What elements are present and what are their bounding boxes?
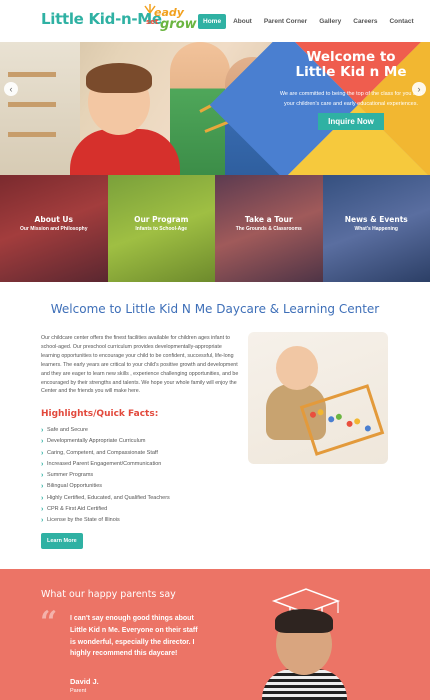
- testimonial-section: What our happy parents say “ I can't say…: [0, 569, 430, 700]
- fact-item: Developmentally Appropriate Curriculum: [41, 436, 241, 448]
- abacus-bead: [309, 410, 317, 419]
- nav-contact[interactable]: Contact: [384, 14, 418, 29]
- abacus-bead: [345, 420, 354, 428]
- quote-icon: “: [40, 605, 58, 640]
- fact-item: Summer Programs: [41, 470, 241, 482]
- hero-title-line2: Little Kid n Me: [295, 64, 407, 80]
- abacus-bead: [353, 417, 361, 426]
- facts-list: Safe and Secure Developmentally Appropri…: [41, 425, 241, 527]
- classroom-background: [0, 42, 80, 175]
- inquire-now-button[interactable]: Inquire Now: [318, 113, 384, 130]
- site-header: Little Kid-n-Me eady set grow Home About…: [0, 0, 430, 42]
- smiling-child-photo: [70, 57, 180, 175]
- baby-head: [276, 346, 318, 390]
- tile-subtitle: Our Mission and Philosophy: [19, 226, 88, 232]
- hero-title-line1: Welcome to: [306, 49, 396, 65]
- boy-hair: [275, 609, 333, 633]
- testimonial-quote: I can't say enough good things about Lit…: [70, 615, 198, 658]
- tile-title: Our Program: [134, 215, 189, 224]
- shelf: [8, 102, 56, 107]
- fact-item: Highly Certified, Educated, and Qualifie…: [41, 493, 241, 505]
- tile-about-us[interactable]: About Us Our Mission and Philosophy: [0, 175, 108, 282]
- abacus-bead: [327, 415, 336, 424]
- intro-paragraph: Our childcare center offers the finest f…: [41, 335, 239, 395]
- testimonial-author: David J.: [70, 677, 99, 686]
- nav-careers[interactable]: Careers: [348, 14, 382, 29]
- hero-slider: Welcome to Little Kid n Me We are commit…: [0, 42, 430, 175]
- shelf: [8, 132, 56, 137]
- fact-item: Caring, Competent, and Compassionate Sta…: [41, 448, 241, 460]
- highlights-heading: Highlights/Quick Facts:: [41, 409, 159, 419]
- tile-title: News & Events: [344, 215, 408, 224]
- slider-prev-arrow-icon[interactable]: ‹: [4, 82, 18, 96]
- welcome-heading: Welcome to Little Kid N Me Daycare & Lea…: [50, 302, 380, 316]
- tile-title: Take a Tour: [244, 215, 293, 224]
- baby-with-abacus-photo: [248, 332, 388, 464]
- fact-item: CPR & First Aid Certified: [41, 504, 241, 516]
- smiling-boy-photo: [262, 583, 347, 700]
- nav-about[interactable]: About: [228, 14, 257, 29]
- shelf: [8, 72, 56, 77]
- tile-our-program[interactable]: Our Program Infants to School-Age: [107, 175, 215, 282]
- testimonial-heading: What our happy parents say: [41, 589, 176, 600]
- fact-item: Safe and Secure: [41, 425, 241, 437]
- nav-gallery[interactable]: Gallery: [314, 14, 346, 29]
- ready-set-grow-logo: eady set grow: [144, 4, 197, 36]
- logo-badge-line3: grow: [160, 17, 197, 32]
- hero-subtitle: We are committed to being the top of the…: [279, 91, 423, 107]
- tile-title: About Us: [34, 215, 73, 224]
- hero-caption: Welcome to Little Kid n Me We are commit…: [276, 50, 426, 130]
- fact-item: Increased Parent Engagement/Communicatio…: [41, 459, 241, 471]
- logo-badge-line2: set: [146, 18, 159, 26]
- tile-subtitle: What's Happening: [354, 226, 398, 232]
- main-nav: Home About Parent Corner Gallery Careers…: [198, 14, 421, 29]
- tile-take-a-tour[interactable]: Take a Tour The Grounds & Classrooms: [215, 175, 323, 282]
- fact-item: Bilingual Opportunities: [41, 481, 241, 493]
- nav-home[interactable]: Home: [198, 14, 227, 29]
- fact-item: License by the State of Illinois: [41, 515, 241, 527]
- slider-next-arrow-icon[interactable]: ›: [412, 82, 426, 96]
- child-hair: [86, 63, 152, 93]
- tile-subtitle: The Grounds & Classrooms: [235, 226, 302, 232]
- feature-tiles: About Us Our Mission and Philosophy Our …: [0, 175, 430, 282]
- child-shirt: [70, 129, 180, 175]
- tile-news-events[interactable]: News & Events What's Happening: [322, 175, 430, 282]
- learn-more-button[interactable]: Learn More: [41, 533, 83, 549]
- tile-subtitle: Infants to School-Age: [135, 226, 188, 232]
- abacus-bead: [335, 413, 343, 421]
- abacus-bead: [316, 408, 325, 417]
- nav-parent-corner[interactable]: Parent Corner: [259, 14, 312, 29]
- abacus-bead: [364, 424, 372, 433]
- hero-title: Welcome to Little Kid n Me: [276, 50, 426, 80]
- testimonial-role: Parent: [70, 688, 87, 694]
